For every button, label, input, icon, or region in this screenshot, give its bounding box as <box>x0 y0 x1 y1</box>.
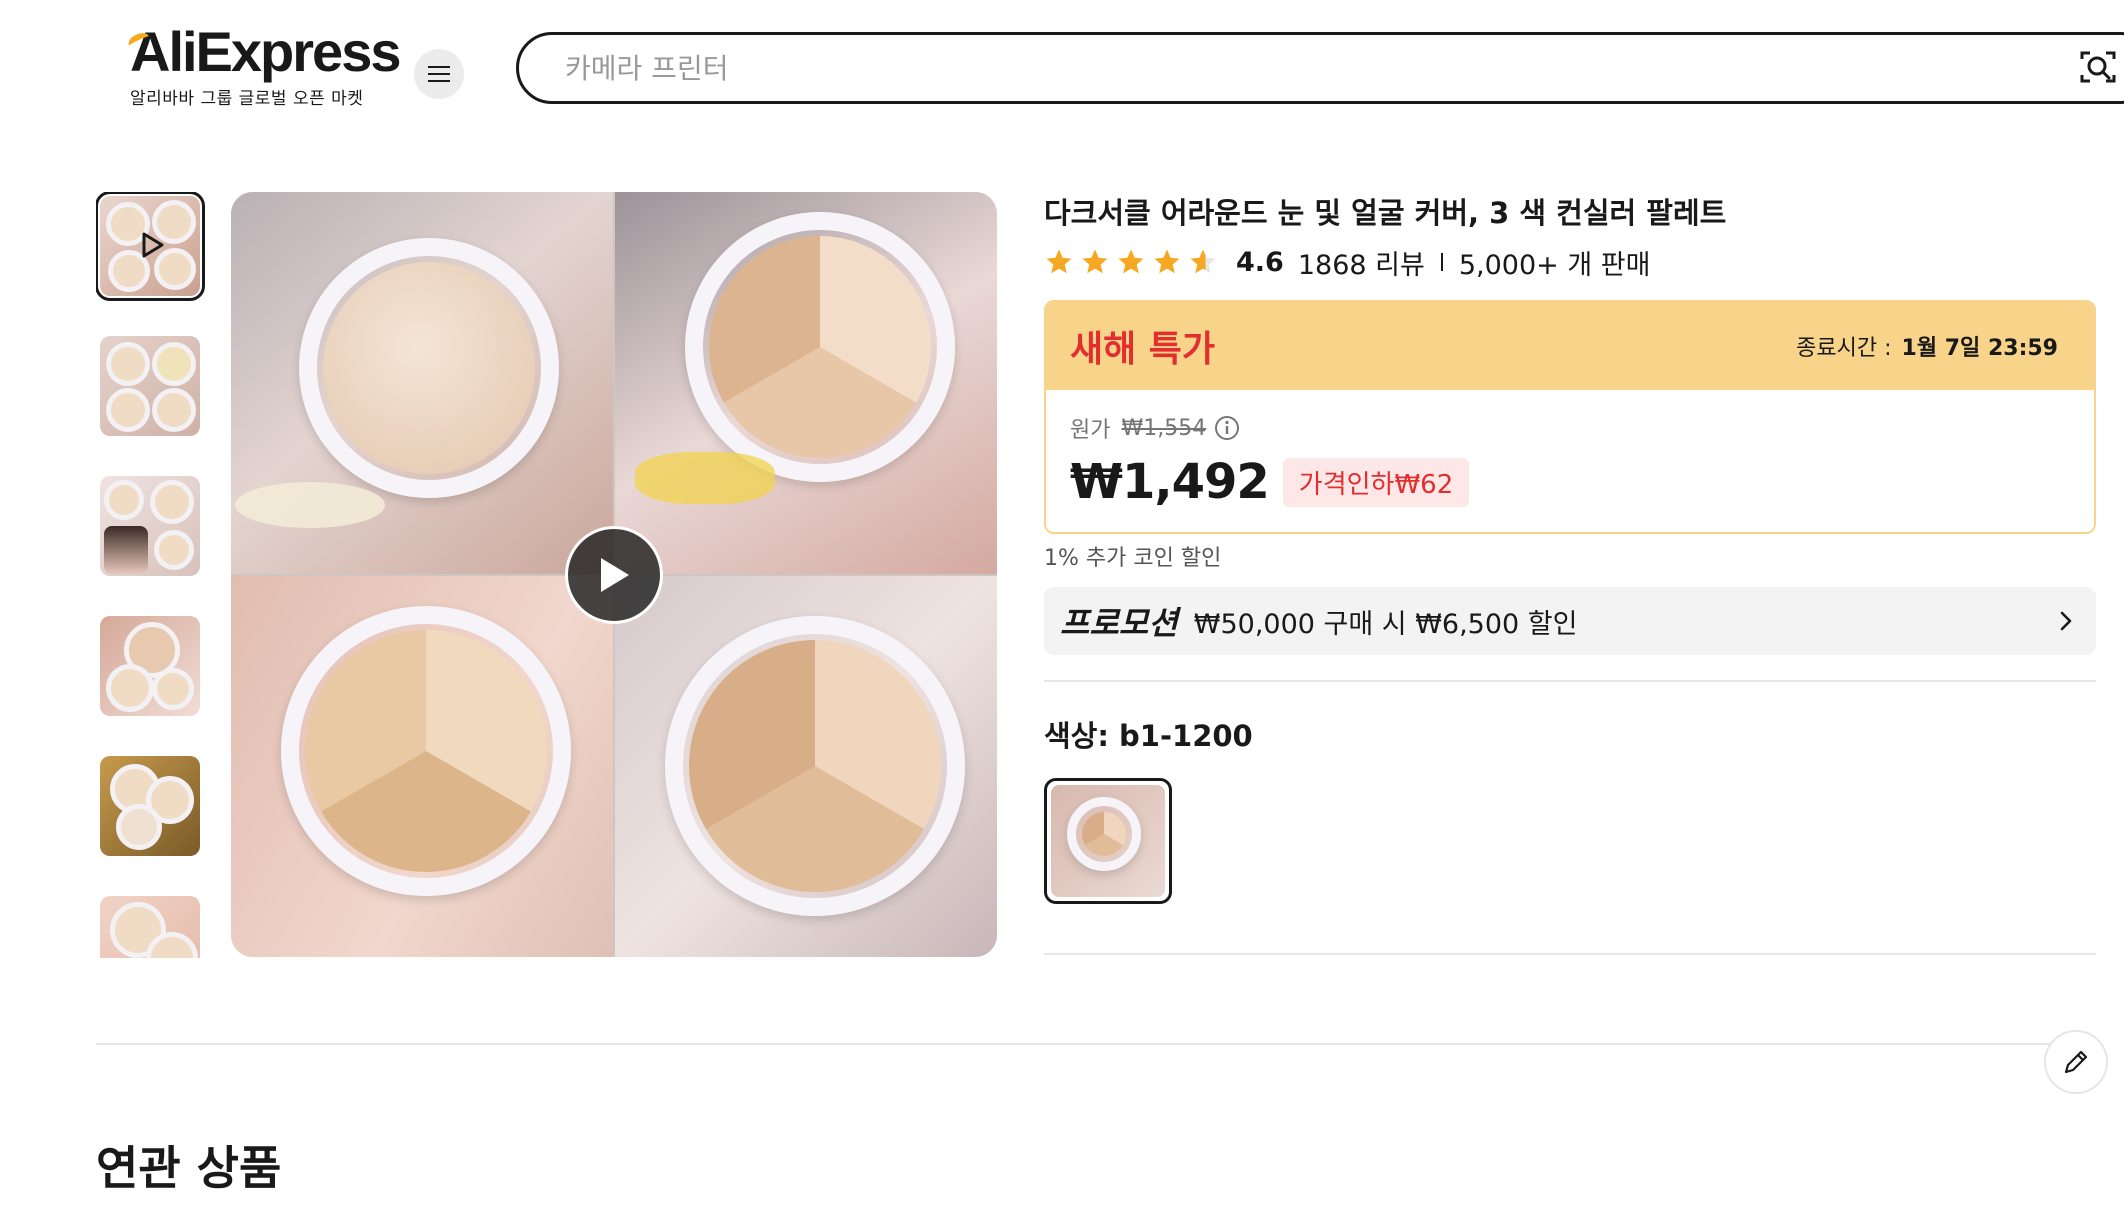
coin-discount: 1% 추가 코인 할인 <box>1044 546 1222 571</box>
thumbnail-image[interactable] <box>100 756 200 856</box>
divider <box>96 1043 2086 1045</box>
color-label: 색상: b1-1200 <box>1044 719 1253 753</box>
sold-count: 5,000+ 개 판매 <box>1458 249 1651 281</box>
review-count[interactable]: 1868 리뷰 <box>1298 243 1425 282</box>
thumbnail-list <box>96 192 206 958</box>
deal-end-time: 종료시간 :1월 7일 23:59 <box>1796 336 2058 361</box>
product-title: 다크서클 어라운드 눈 및 얼굴 커버, 3 색 컨실러 팔레트 <box>1044 196 1727 230</box>
star-half-icon <box>1190 249 1216 274</box>
search-input[interactable] <box>519 35 2019 101</box>
pencil-icon <box>2064 1050 2088 1074</box>
divider <box>1044 953 2096 955</box>
play-icon <box>601 558 629 592</box>
aliexpress-logo[interactable]: AliExpress 알리바바 그룹 글로벌 오픈 마켓 <box>126 22 401 109</box>
color-option-selected[interactable] <box>1044 778 1172 904</box>
rating-value: 4.6 <box>1236 246 1284 278</box>
rating-row[interactable]: 4.6 1868 리뷰 5,000+ 개 판매 <box>1044 243 1651 282</box>
info-icon[interactable] <box>1214 415 1240 441</box>
divider <box>1440 253 1443 271</box>
logo-subtitle: 알리바바 그룹 글로벌 오픈 마켓 <box>130 89 364 109</box>
related-products-title: 연관 상품 <box>96 1141 282 1195</box>
search-bar[interactable] <box>516 32 2124 104</box>
thumbnail-image[interactable] <box>100 476 200 576</box>
original-price: 원가 ₩1,554 <box>1070 412 2070 444</box>
logo-text: AliExpress <box>130 20 401 83</box>
promotion-text: ₩50,000 구매 시 ₩6,500 할인 <box>1193 608 1578 640</box>
image-panel <box>231 192 613 574</box>
main-product-image[interactable] <box>231 192 997 957</box>
current-price: ₩1,492 <box>1070 454 1270 510</box>
menu-icon <box>428 66 450 82</box>
edit-button[interactable] <box>2044 1030 2108 1094</box>
deal-box: 새해 특가 종료시간 :1월 7일 23:59 원가 ₩1,554 ₩1,492… <box>1044 300 2096 534</box>
deal-title: 새해 특가 <box>1070 329 1216 370</box>
star-icon <box>1154 249 1180 274</box>
deal-body: 원가 ₩1,554 ₩1,492 가격인하₩62 <box>1046 390 2094 532</box>
image-panel <box>231 576 613 957</box>
chevron-right-icon <box>2060 611 2072 631</box>
image-panel <box>615 576 997 957</box>
play-video-button[interactable] <box>565 526 663 624</box>
discount-badge: 가격인하₩62 <box>1282 457 1470 507</box>
thumbnail-image[interactable] <box>100 616 200 716</box>
promotion-label: 프로모션 <box>1060 604 1178 642</box>
menu-button[interactable] <box>414 49 464 99</box>
play-icon <box>142 232 164 258</box>
thumbnail-video[interactable] <box>96 192 205 301</box>
star-rating <box>1044 247 1218 277</box>
star-icon <box>1118 249 1144 274</box>
promotion-bar[interactable]: 프로모션 ₩50,000 구매 시 ₩6,500 할인 <box>1044 587 2096 655</box>
image-panel <box>615 192 997 574</box>
deal-header: 새해 특가 종료시간 :1월 7일 23:59 <box>1046 302 2094 390</box>
divider <box>1044 680 2096 682</box>
thumbnail-image[interactable] <box>100 896 200 958</box>
star-icon <box>1082 249 1108 274</box>
star-icon <box>1046 249 1072 274</box>
thumbnail-image[interactable] <box>100 336 200 436</box>
camera-search-icon[interactable] <box>2078 47 2118 87</box>
